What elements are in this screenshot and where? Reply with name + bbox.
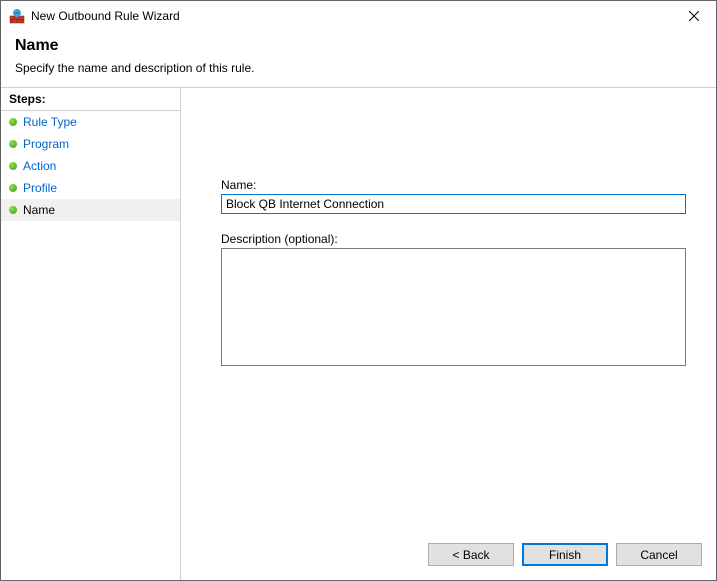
step-label: Action [23, 159, 56, 173]
close-icon [689, 11, 699, 21]
step-label: Name [23, 203, 55, 217]
page-subtitle: Specify the name and description of this… [15, 61, 702, 75]
description-input[interactable] [221, 248, 686, 366]
steps-sidebar: Steps: Rule Type Program Action Profile … [1, 88, 181, 580]
firewall-icon [9, 8, 25, 24]
button-row: < Back Finish Cancel [428, 543, 702, 566]
description-label: Description (optional): [221, 232, 686, 246]
close-button[interactable] [671, 1, 716, 31]
step-bullet-icon [9, 206, 17, 214]
wizard-header: Name Specify the name and description of… [1, 31, 716, 87]
step-bullet-icon [9, 140, 17, 148]
form-area: Name: Description (optional): [221, 178, 686, 369]
step-action[interactable]: Action [1, 155, 180, 177]
cancel-button[interactable]: Cancel [616, 543, 702, 566]
step-label: Rule Type [23, 115, 77, 129]
page-heading: Name [15, 37, 702, 55]
wizard-body: Steps: Rule Type Program Action Profile … [1, 87, 716, 580]
step-bullet-icon [9, 118, 17, 126]
back-button[interactable]: < Back [428, 543, 514, 566]
step-profile[interactable]: Profile [1, 177, 180, 199]
step-rule-type[interactable]: Rule Type [1, 111, 180, 133]
step-bullet-icon [9, 162, 17, 170]
name-label: Name: [221, 178, 686, 192]
steps-header: Steps: [1, 88, 180, 111]
main-panel: Name: Description (optional): < Back Fin… [181, 88, 716, 580]
finish-button[interactable]: Finish [522, 543, 608, 566]
step-name[interactable]: Name [1, 199, 180, 221]
name-input[interactable] [221, 194, 686, 214]
step-label: Profile [23, 181, 57, 195]
step-program[interactable]: Program [1, 133, 180, 155]
step-bullet-icon [9, 184, 17, 192]
window-title: New Outbound Rule Wizard [31, 9, 180, 23]
wizard-window: New Outbound Rule Wizard Name Specify th… [0, 0, 717, 581]
step-label: Program [23, 137, 69, 151]
titlebar: New Outbound Rule Wizard [1, 1, 716, 31]
